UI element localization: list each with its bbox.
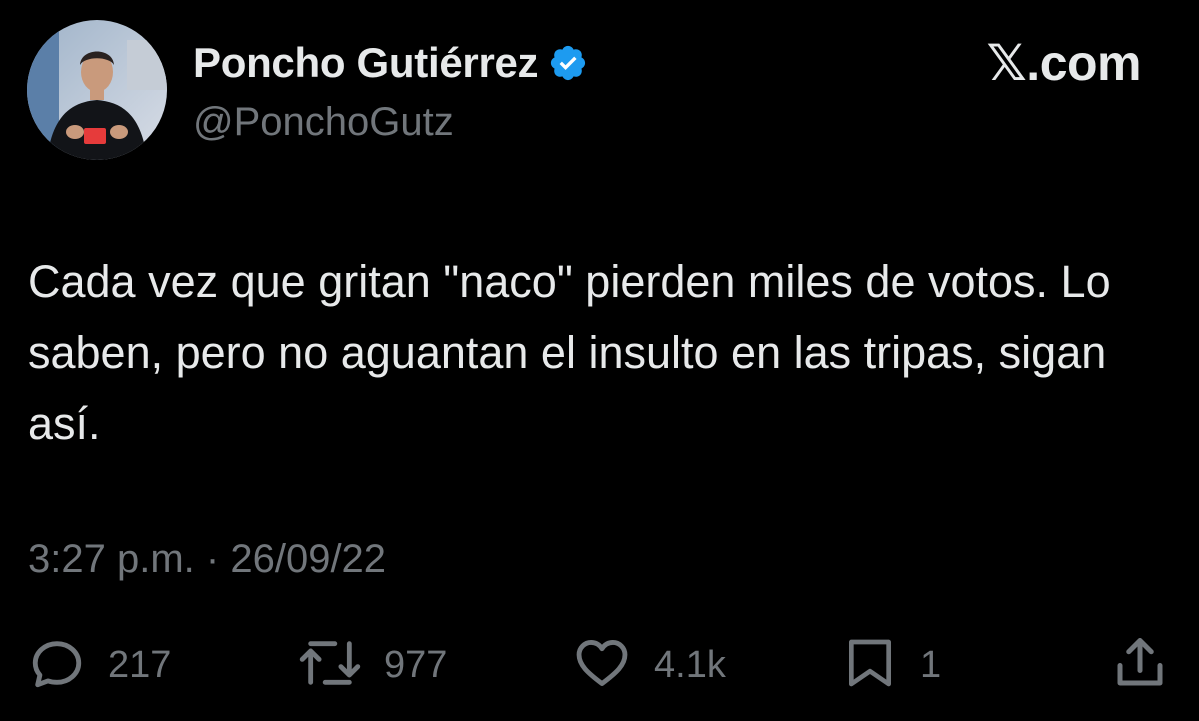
handle[interactable]: @PonchoGutz: [193, 100, 588, 145]
meta-separator: ·: [205, 537, 220, 581]
share-button[interactable]: [1110, 630, 1170, 700]
brand-watermark: 𝕏.com: [987, 34, 1142, 92]
tweet-text: Cada vez que gritan "naco" pierden miles…: [28, 256, 1111, 449]
heart-icon: [572, 634, 632, 697]
reply-button[interactable]: 217: [28, 630, 171, 700]
retweet-icon: [298, 634, 362, 697]
bookmark-count: 1: [920, 643, 942, 686]
bookmark-icon: [842, 634, 898, 697]
action-bar: 217 977 4.1k 1: [0, 630, 1199, 700]
reply-count: 217: [108, 643, 172, 686]
avatar-photo: [27, 20, 167, 160]
tweet-date: 26/09/22: [230, 537, 387, 581]
bookmark-button[interactable]: 1: [842, 630, 941, 700]
brand-suffix: .com: [1026, 35, 1141, 91]
verified-badge-icon: [548, 43, 588, 83]
tweet-time: 3:27 p.m.: [28, 537, 195, 581]
reply-icon: [28, 634, 86, 697]
display-name[interactable]: Poncho Gutiérrez: [193, 39, 539, 87]
like-count: 4.1k: [654, 643, 726, 686]
like-button[interactable]: 4.1k: [572, 630, 726, 700]
x-logo-icon: 𝕏: [986, 34, 1027, 92]
tweet-card: Poncho Gutiérrez @PonchoGutz 𝕏.com Cada …: [0, 0, 1199, 721]
tweet-timestamp[interactable]: 3:27 p.m. · 26/09/22: [28, 537, 386, 582]
avatar[interactable]: [27, 20, 167, 160]
retweet-count: 977: [384, 643, 448, 686]
name-row: Poncho Gutiérrez: [193, 36, 588, 90]
author-block: Poncho Gutiérrez @PonchoGutz: [193, 36, 588, 145]
retweet-button[interactable]: 977: [298, 630, 447, 700]
share-icon: [1110, 633, 1170, 698]
